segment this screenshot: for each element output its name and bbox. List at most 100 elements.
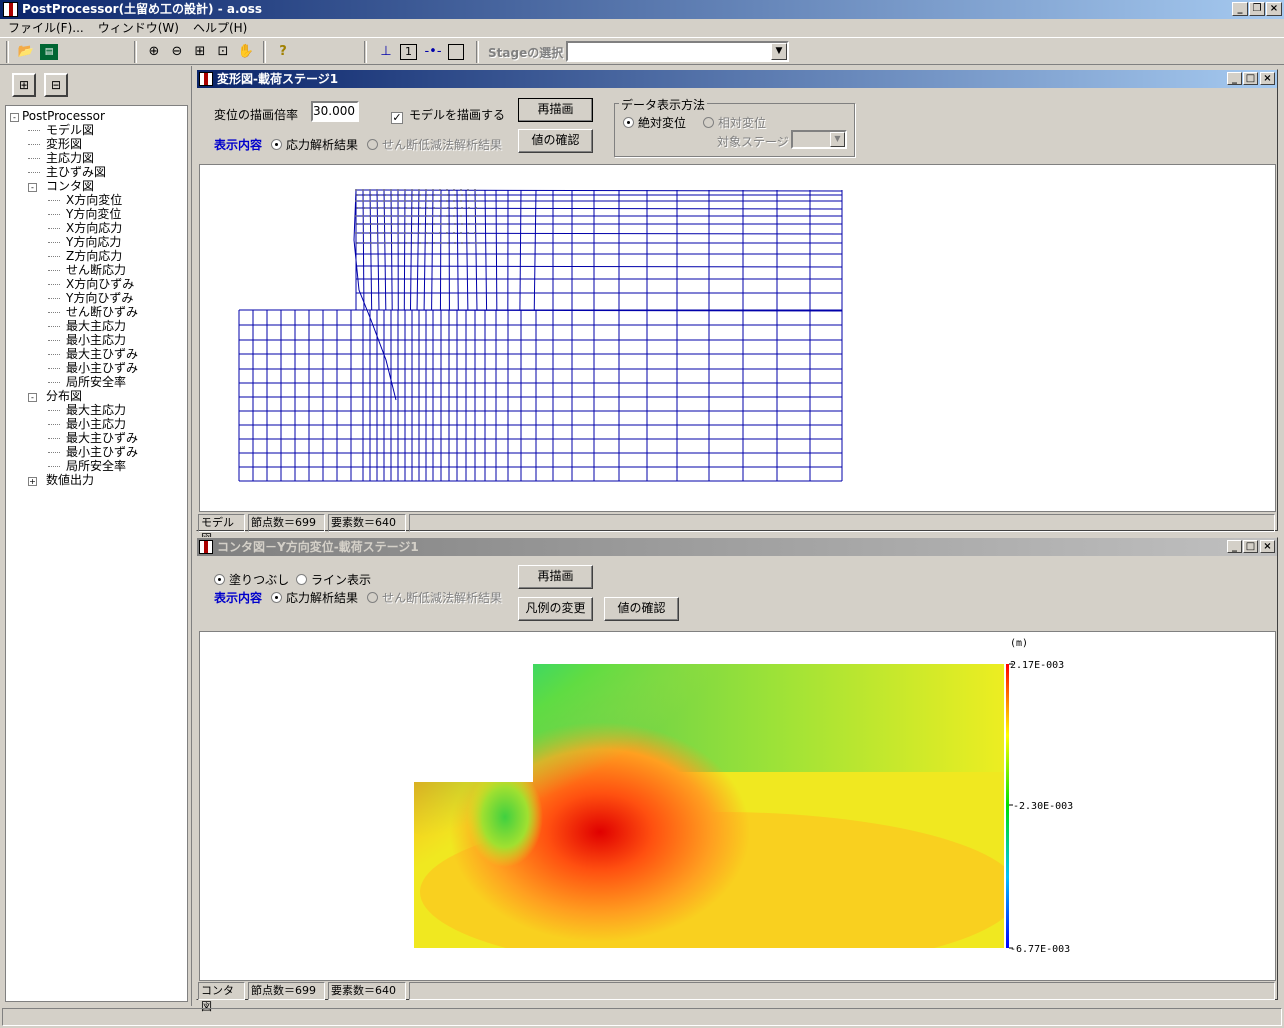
contour-status-nodes: 節点数＝699 [248, 982, 325, 1000]
tree-item[interactable]: Y方向ひずみ [48, 291, 133, 305]
tree-item[interactable]: せん断応力 [48, 263, 126, 277]
tree-item[interactable]: 局所安全率 [48, 459, 126, 473]
tree-line-icon [48, 256, 60, 257]
tree-collapse-icon[interactable]: ⊟ [44, 73, 68, 97]
contour-maximize-icon[interactable]: □ [1243, 540, 1258, 553]
tree-item[interactable]: Y方向変位 [48, 207, 121, 221]
minimize-icon[interactable]: _ [1232, 2, 1248, 16]
help-icon[interactable]: ? [273, 42, 293, 62]
legend-min: -6.77E-003 [1010, 944, 1070, 955]
tree-expander-icon[interactable]: - [28, 183, 37, 192]
contour-canvas[interactable]: (m) 2.17E-003 -2.30E-003 -6.77E-003 [199, 631, 1276, 981]
tree-item[interactable]: 最小主ひずみ [48, 445, 138, 459]
tree-item[interactable]: X方向応力 [48, 221, 122, 235]
tree-item[interactable]: 主応力図 [28, 151, 94, 165]
contour-opt-stress[interactable]: 応力解析結果 [271, 589, 358, 606]
deform-redraw-button[interactable]: 再描画 [518, 98, 593, 122]
target-stage-chevron-icon[interactable]: ▼ [830, 132, 845, 147]
tree-item[interactable]: 最大主ひずみ [48, 347, 138, 361]
tree-line-icon [48, 312, 60, 313]
opt-absolute[interactable]: 絶対変位 [623, 114, 686, 131]
contour-opt-shear[interactable]: せん断低減法解析結果 [367, 589, 502, 606]
contour-check-value-button[interactable]: 値の確認 [604, 597, 679, 621]
deform-status-elements: 要素数＝640 [328, 514, 406, 532]
tree-item[interactable]: 最大主応力 [48, 319, 126, 333]
node-icon[interactable]: ⊥ [376, 42, 396, 62]
deform-canvas[interactable] [199, 164, 1276, 512]
tree-item[interactable]: + 数値出力 [28, 473, 94, 487]
element-line-icon[interactable]: -•- [423, 42, 443, 62]
close-icon[interactable]: × [1266, 2, 1282, 16]
deform-display-label: 表示内容 [214, 138, 263, 152]
tree-view[interactable]: - PostProcessor モデル図 変形図 主応力図 主ひずみ図 - コンタ図 X方向変位… [5, 105, 188, 1002]
menu-window[interactable]: ウィンドウ(W) [90, 19, 185, 37]
restore-icon[interactable]: ❐ [1249, 2, 1265, 16]
opt-relative[interactable]: 相対変位 [703, 114, 766, 131]
legend-change-button[interactable]: 凡例の変更 [518, 597, 593, 621]
opt-fill[interactable]: 塗りつぶし [214, 571, 289, 588]
deform-minimize-icon[interactable]: _ [1227, 72, 1242, 85]
tree-line-icon [48, 438, 60, 439]
deform-opt-shear[interactable]: せん断低減法解析結果 [367, 136, 502, 153]
tree-expander-icon[interactable]: - [28, 393, 37, 402]
menu-file[interactable]: ファイル(F)... [0, 19, 90, 37]
chevron-down-icon[interactable]: ▼ [771, 43, 787, 60]
contour-plot: (m) 2.17E-003 -2.30E-003 -6.77E-003 [414, 638, 1073, 955]
tree-root[interactable]: - PostProcessor [10, 109, 105, 123]
pan-hand-icon[interactable]: ✋ [236, 42, 256, 62]
excel-export-icon[interactable]: ▤ [40, 44, 58, 60]
target-stage-select[interactable]: ▼ [791, 130, 847, 149]
tree-item[interactable]: 最大主応力 [48, 403, 126, 417]
tree-item[interactable]: 局所安全率 [48, 375, 126, 389]
draw-model-checkbox[interactable]: ✓ モデルを描画する [391, 106, 505, 124]
contour-redraw-button[interactable]: 再描画 [518, 565, 593, 589]
tree-item[interactable]: - コンタ図 [28, 179, 94, 193]
scale-label: 変位の描画倍率 [214, 108, 299, 122]
deform-check-value-button[interactable]: 値の確認 [518, 129, 593, 153]
frame-icon[interactable] [448, 44, 464, 60]
deformed-mesh [238, 189, 843, 482]
app-icon[interactable] [3, 2, 18, 17]
tree-line-icon [48, 368, 60, 369]
tree-expand-icon[interactable]: ⊞ [12, 73, 36, 97]
open-folder-icon[interactable]: 📂 [16, 42, 36, 62]
number-icon[interactable]: 1 [400, 44, 417, 60]
app-title-bar: PostProcessor(土留め工の設計) - a.oss [0, 0, 1284, 19]
deform-close-icon[interactable]: × [1260, 72, 1275, 85]
tree-expander-icon[interactable]: + [28, 477, 37, 486]
zoom-out-icon[interactable]: ⊖ [167, 42, 187, 62]
tree-line-icon [28, 144, 40, 145]
scale-input[interactable]: 30.000 [311, 101, 359, 122]
zoom-in-icon[interactable]: ⊕ [144, 42, 164, 62]
tree-item[interactable]: X方向ひずみ [48, 277, 134, 291]
fit-view-icon[interactable]: ⊡ [213, 42, 233, 62]
tree-item[interactable]: せん断ひずみ [48, 305, 138, 319]
contour-minimize-icon[interactable]: _ [1227, 540, 1242, 553]
opt-line[interactable]: ライン表示 [296, 571, 371, 588]
tree-item[interactable]: 主ひずみ図 [28, 165, 106, 179]
tree-item[interactable]: 最小主応力 [48, 417, 126, 431]
tree-item[interactable]: 最小主応力 [48, 333, 126, 347]
contour-title-bar: コンタ図－Y方向変位-載荷ステージ1 [197, 538, 1277, 556]
tree-item[interactable]: - 分布図 [28, 389, 82, 403]
stage-select[interactable]: ▼ [566, 41, 789, 62]
tree-collapse-icon[interactable]: - [10, 113, 19, 122]
menu-bar: ファイル(F)... ウィンドウ(W) ヘルプ(H) [0, 19, 1284, 37]
menu-help[interactable]: ヘルプ(H) [185, 19, 253, 37]
tree-item[interactable]: 最大主ひずみ [48, 431, 138, 445]
contour-close-icon[interactable]: × [1260, 540, 1275, 553]
tree-item[interactable]: Z方向応力 [48, 249, 122, 263]
tree-item[interactable]: 最小主ひずみ [48, 361, 138, 375]
tree-item[interactable]: 変形図 [28, 137, 82, 151]
deform-opt-stress[interactable]: 応力解析結果 [271, 136, 358, 153]
tree-item[interactable]: モデル図 [28, 123, 94, 137]
tree-item[interactable]: Y方向応力 [48, 235, 121, 249]
tree-line-icon [48, 228, 60, 229]
tree-item[interactable]: X方向変位 [48, 193, 122, 207]
legend-mid: -2.30E-003 [1013, 801, 1073, 812]
tree-line-icon [48, 326, 60, 327]
zoom-window-icon[interactable]: ⊞ [190, 42, 210, 62]
stage-select-label: Stageの選択 [488, 46, 564, 60]
tree-line-icon [48, 452, 60, 453]
deform-maximize-icon[interactable]: □ [1243, 72, 1258, 85]
